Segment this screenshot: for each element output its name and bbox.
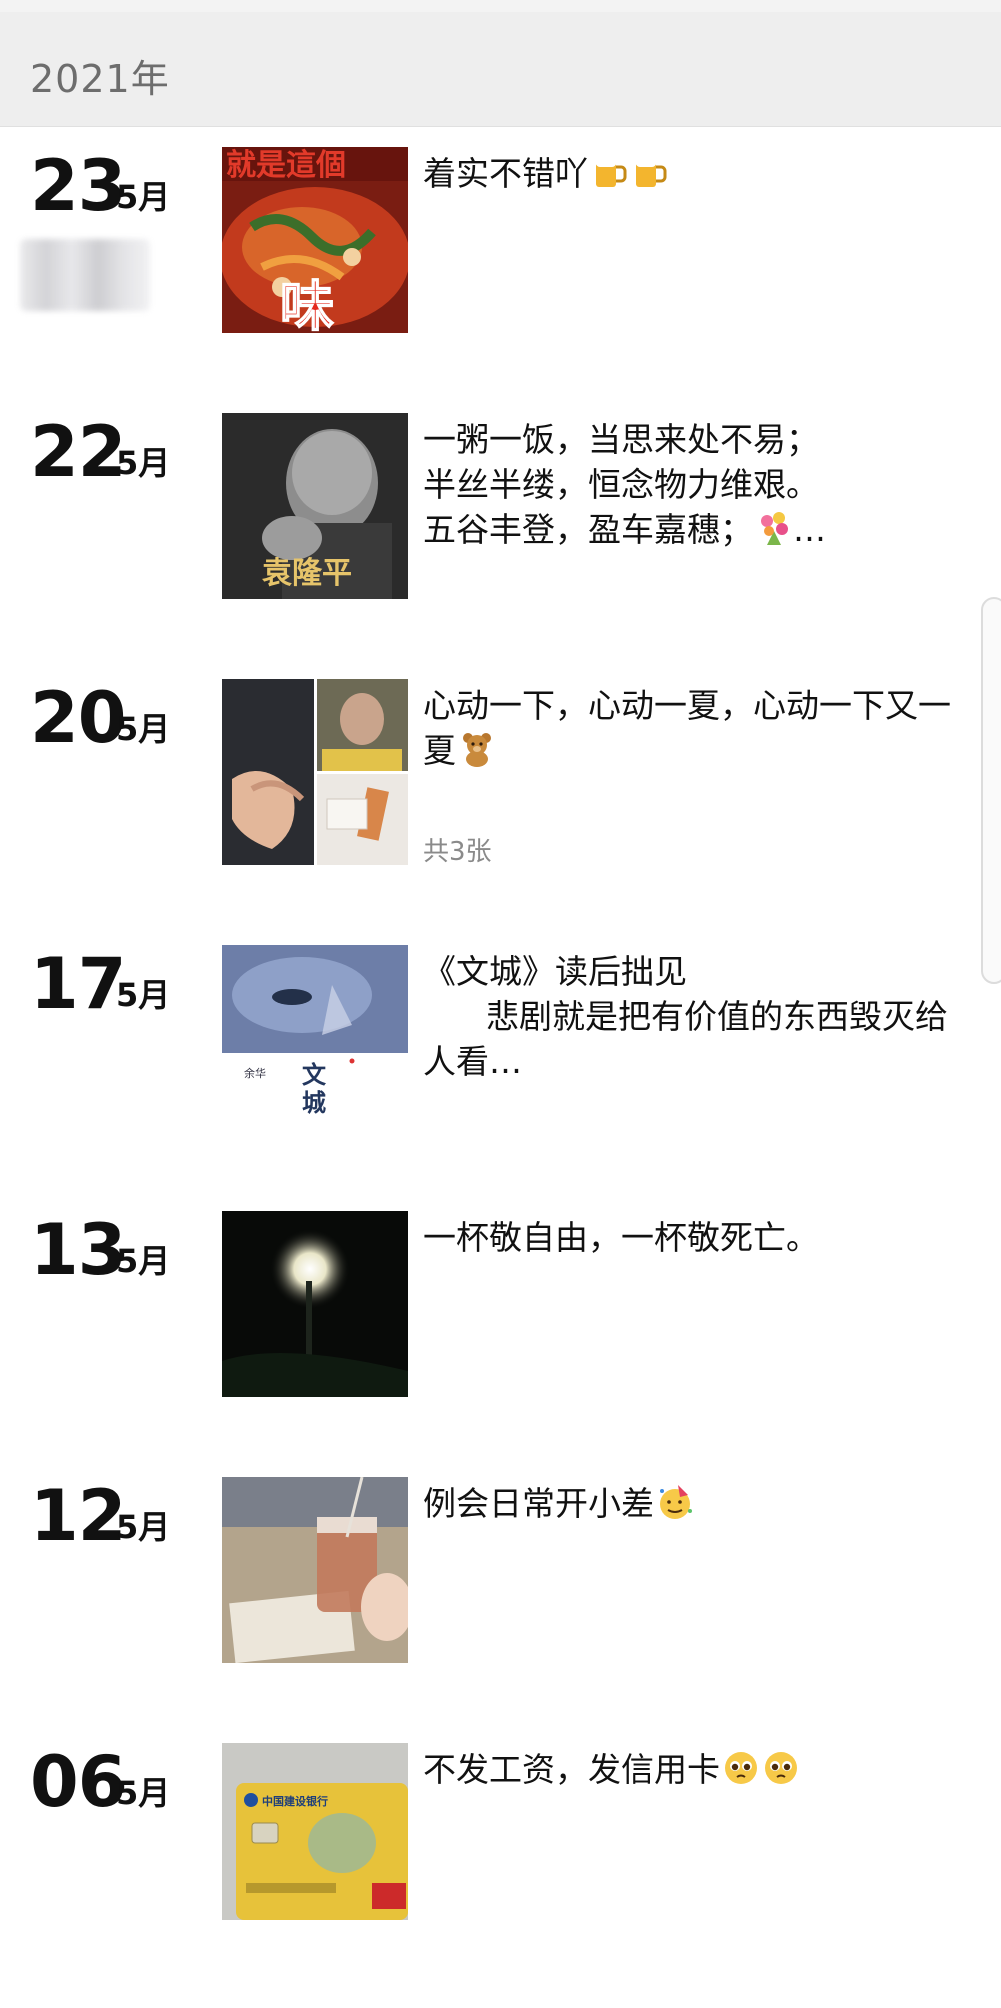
thumb-caption: 文 — [302, 1060, 327, 1089]
post-month: 5月 — [116, 710, 171, 748]
post-text-body: 《文城》读后拙见 悲剧就是把有价值的东西毁灭给人看… — [423, 952, 948, 1081]
post-text[interactable]: 心动一下，心动一夏，心动一下又一夏 — [423, 683, 963, 773]
post-month: 5月 — [116, 1774, 171, 1812]
beer-mug-icon — [590, 153, 628, 191]
moment-entry[interactable]: 23 5月 就是這個 味 着实不错吖 — [0, 147, 1001, 412]
post-text-body: 例会日常开小差 — [423, 1484, 654, 1523]
post-day: 20 — [30, 677, 126, 759]
post-month: 5月 — [116, 444, 171, 482]
post-text[interactable]: 一杯敬自由，一杯敬死亡。 — [423, 1215, 963, 1260]
post-text-body: 心动一下，心动一夏，心动一下又一夏 — [423, 686, 951, 770]
flower-bouquet-icon — [755, 509, 793, 547]
thumb-caption: 就是這個 — [226, 148, 346, 183]
moment-entry[interactable]: 22 5月 袁隆平 一粥一饭，当思来处不易； 半丝半缕，恒念物力维艰。 五谷丰登… — [0, 413, 1001, 678]
post-text[interactable]: 着实不错吖 — [423, 151, 963, 196]
post-day: 13 — [30, 1209, 126, 1291]
post-thumbnail[interactable]: 文 城 余华 — [222, 945, 408, 1131]
post-thumbnail[interactable]: 中国建设银行 — [222, 1743, 408, 1920]
moment-entry[interactable]: 12 5月 例会日常开小差 — [0, 1477, 1001, 1742]
post-day: 17 — [30, 943, 126, 1025]
photo-count: 共3张 — [423, 837, 492, 867]
post-text[interactable]: 不发工资，发信用卡 — [423, 1747, 963, 1792]
moment-entry[interactable]: 06 5月 中国建设银行 不发工资，发信用卡 — [0, 1743, 1001, 2008]
thumb-caption: 味 — [280, 274, 334, 333]
post-day: 06 — [30, 1741, 126, 1823]
post-thumbnail[interactable]: 袁隆平 — [222, 413, 408, 599]
blurred-location — [20, 239, 150, 311]
post-text[interactable]: 一粥一饭，当思来处不易； 半丝半缕，恒念物力维艰。 五谷丰登，盈车嘉穗；… — [423, 417, 963, 552]
year-label: 2021年 — [30, 57, 170, 101]
moment-entry[interactable]: 20 5月 心动一下，心动一夏，心动一下又一夏 共3张 — [0, 679, 1001, 944]
thumb-caption: 中国建设银行 — [262, 1794, 328, 1808]
post-thumbnail[interactable] — [222, 1477, 408, 1663]
post-day: 12 — [30, 1475, 126, 1557]
beer-mug-icon — [630, 153, 668, 191]
pleading-face-icon — [762, 1749, 800, 1787]
post-thumbnail-grid[interactable] — [222, 679, 408, 865]
thumb-caption: 城 — [302, 1088, 326, 1117]
pleading-face-icon — [722, 1749, 760, 1787]
post-month: 5月 — [116, 1242, 171, 1280]
year-header: 2021年 — [0, 12, 1001, 127]
post-month: 5月 — [116, 178, 171, 216]
party-face-icon — [656, 1483, 694, 1521]
thumb-caption: 袁隆平 — [262, 556, 352, 591]
post-text-body: 着实不错吖 — [423, 154, 588, 193]
teddy-bear-icon — [458, 730, 496, 768]
post-text[interactable]: 例会日常开小差 — [423, 1481, 963, 1526]
post-day: 22 — [30, 411, 126, 493]
post-month: 5月 — [116, 1508, 171, 1546]
post-text-body: 一杯敬自由，一杯敬死亡。 — [423, 1218, 819, 1257]
post-day: 23 — [30, 145, 126, 227]
post-text[interactable]: 《文城》读后拙见 悲剧就是把有价值的东西毁灭给人看… — [423, 949, 963, 1084]
post-thumbnail[interactable] — [222, 1211, 408, 1397]
post-text-ellipsis: … — [793, 510, 826, 549]
post-thumbnail[interactable]: 就是這個 味 — [222, 147, 408, 333]
moment-entry[interactable]: 13 5月 一杯敬自由，一杯敬死亡。 — [0, 1211, 1001, 1476]
thumb-caption: 余华 — [244, 1066, 266, 1080]
post-month: 5月 — [116, 976, 171, 1014]
moment-entry[interactable]: 17 5月 文 城 余华 《文城》读后拙见 悲剧就是把有价值的东西毁灭给人看… — [0, 945, 1001, 1210]
post-text-body: 不发工资，发信用卡 — [423, 1750, 720, 1789]
